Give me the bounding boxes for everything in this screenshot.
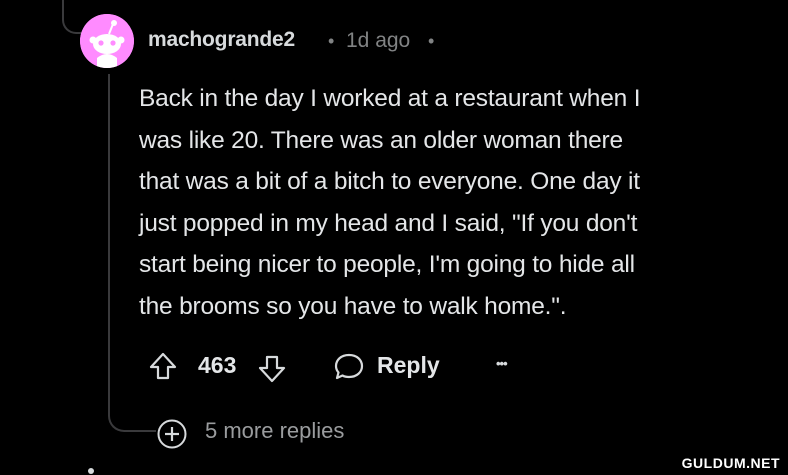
speech-bubble-icon: [334, 353, 364, 380]
meta-separator: •: [328, 31, 335, 51]
upvote-button[interactable]: [148, 351, 178, 381]
snoo-avatar-icon: [80, 14, 134, 68]
expand-replies-button[interactable]: [156, 418, 188, 450]
next-comment-indicator: [88, 468, 94, 474]
watermark: GULDUM.NET: [681, 455, 780, 471]
comment-body-line: the brooms so you have to walk home.".: [139, 292, 567, 320]
avatar[interactable]: [80, 14, 134, 68]
comment-body-line: Back in the day I worked at a restaurant…: [139, 85, 641, 112]
comment-timestamp: 1d ago: [346, 29, 411, 52]
thread-connector-bottom: [108, 400, 156, 432]
reply-button[interactable]: [333, 352, 365, 382]
meta-separator: •: [428, 31, 435, 51]
comment-body-line: was like 20. There was an older woman th…: [139, 126, 623, 154]
downvote-button[interactable]: [257, 354, 287, 384]
comment-body-line: that was a bit of a bitch to everyone. O…: [139, 168, 640, 195]
plus-circle-icon: [157, 419, 187, 449]
arrow-down-icon: [258, 355, 286, 383]
ellipsis-icon[interactable]: •••: [496, 356, 508, 371]
more-replies-link[interactable]: 5 more replies: [205, 418, 344, 444]
comment-body-line: start being nicer to people, I'm going t…: [139, 251, 635, 278]
comment-body: Back in the day I worked at a restaurant…: [139, 78, 759, 327]
thread-line: [108, 74, 110, 414]
reply-label[interactable]: Reply: [377, 352, 440, 379]
comment-author[interactable]: machogrande2: [148, 28, 295, 52]
arrow-up-icon: [149, 352, 177, 380]
vote-count: 463: [198, 352, 237, 378]
comment-body-line: just popped in my head and I said, "If y…: [139, 209, 638, 237]
